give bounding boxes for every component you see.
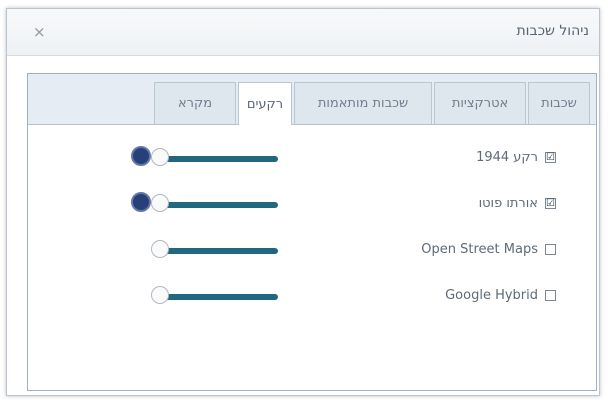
opacity-slider-handle[interactable] [151,240,169,258]
opacity-slider-handle[interactable] [151,148,169,166]
layer-row: רקע 1944 ☑ [28,144,596,174]
layer-label: Google Hybrid [445,288,538,303]
layer-row: אורתו פוטו ☑ [28,190,596,220]
opacity-slider[interactable] [158,156,278,162]
tab-legend[interactable]: מקרא [154,82,236,124]
tab-label: שכבות [541,96,577,111]
tab-attractions[interactable]: אטרקציות [434,82,526,124]
tab-label: מקרא [177,96,213,111]
layer-label: רקע 1944 [476,150,538,165]
layer-manager-window: ניהול שכבות × שכבות אטרקציות שכבות מותאמ… [6,8,600,396]
opacity-slider-handle[interactable] [151,286,169,304]
layer-checkbox[interactable]: ☑ [545,198,556,209]
tab-label: אטרקציות [451,96,509,111]
layer-info-icon[interactable] [131,192,151,212]
layer-label: אורתו פוטו [478,196,538,211]
tab-panel: שכבות אטרקציות שכבות מותאמות רקעים מקרא … [27,73,597,391]
tab-layers[interactable]: שכבות [528,82,590,124]
window-titlebar: ניהול שכבות × [7,9,599,56]
window-title: ניהול שכבות [516,23,589,39]
layer-info-icon[interactable] [131,146,151,166]
tab-bar: שכבות אטרקציות שכבות מותאמות רקעים מקרא [28,74,596,125]
layer-label: Open Street Maps [421,242,538,257]
opacity-slider[interactable] [158,248,278,254]
opacity-slider[interactable] [158,202,278,208]
opacity-slider[interactable] [158,294,278,300]
tab-label: רקעים [246,96,284,112]
layer-row: Open Street Maps [28,236,596,266]
tab-custom-layers[interactable]: שכבות מותאמות [294,82,432,124]
layer-checkbox[interactable] [545,290,556,301]
layer-checkbox[interactable] [545,244,556,255]
tab-label: שכבות מותאמות [317,96,409,111]
tab-backgrounds[interactable]: רקעים [238,82,292,125]
close-icon[interactable]: × [33,23,46,41]
layer-row: Google Hybrid [28,282,596,312]
layer-checkbox[interactable]: ☑ [545,152,556,163]
opacity-slider-handle[interactable] [151,194,169,212]
